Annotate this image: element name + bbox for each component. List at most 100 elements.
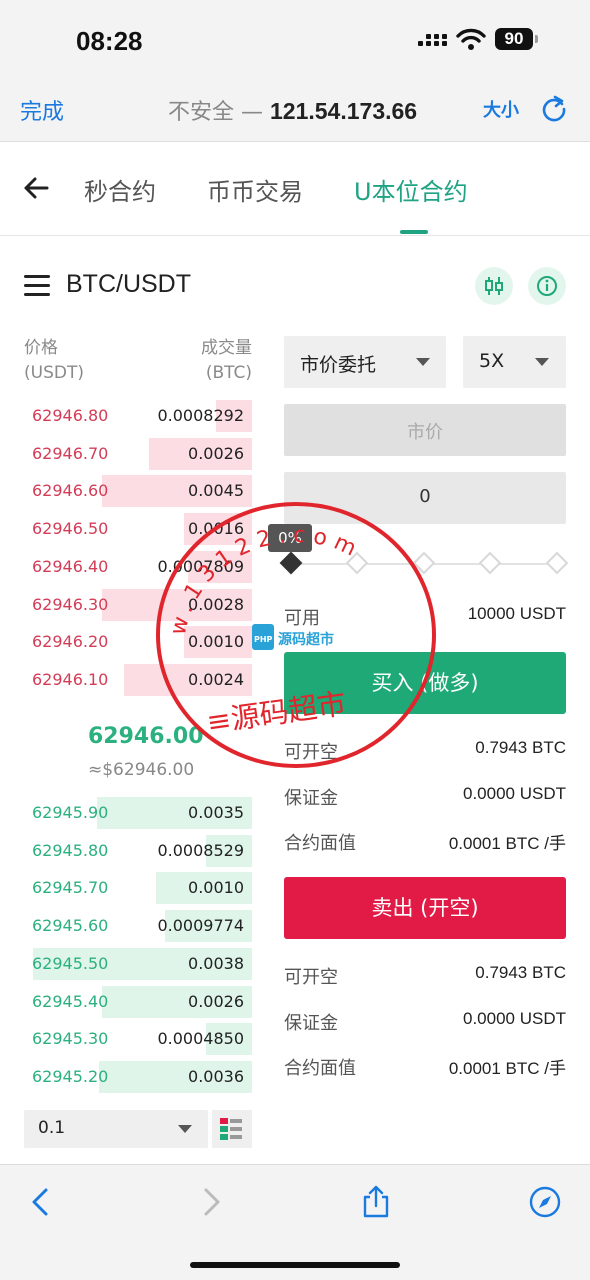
svg-text:PHP: PHP — [254, 635, 273, 644]
orderbook-layout-icon — [220, 1118, 242, 1140]
slider-tooltip: 0% — [268, 524, 312, 552]
buy-order-row[interactable]: 62945.70 0.0010 — [24, 872, 252, 905]
qty-header-label: 成交量 — [201, 338, 252, 358]
battery-cap — [535, 35, 538, 43]
order-price: 62946.20 — [32, 632, 109, 652]
info-icon — [537, 276, 557, 296]
info-button[interactable] — [528, 267, 566, 305]
buy-order-row[interactable]: 62945.50 0.0038 — [24, 947, 252, 980]
available-value: 10000 USDT — [467, 604, 566, 623]
price-placeholder: 市价 — [407, 422, 443, 443]
order-price: 62946.50 — [32, 519, 109, 539]
active-tab-indicator — [400, 230, 428, 234]
compass-icon[interactable] — [528, 1185, 562, 1219]
buy-order-row[interactable]: 62945.90 0.0035 — [24, 797, 252, 829]
slider-stop-0[interactable] — [279, 551, 303, 575]
back-arrow-icon[interactable] — [22, 174, 50, 202]
pair-title[interactable]: BTC/USDT — [66, 270, 191, 299]
buy-order-row[interactable]: 62945.30 0.0004850 — [24, 1023, 252, 1056]
order-price: 62945.60 — [32, 916, 109, 936]
buy-order-row[interactable]: 62945.80 0.0008529 — [24, 834, 252, 867]
slider-stop-25[interactable] — [345, 551, 369, 575]
sell-order-row[interactable]: 62946.30 0.0028 — [24, 588, 252, 621]
price-header-label: 价格 — [24, 338, 58, 358]
info-label: 保证金 — [284, 1013, 338, 1034]
slider-stop-75[interactable] — [478, 551, 502, 575]
depth-step-select[interactable]: 0.1 — [24, 1110, 208, 1148]
sell-order-row[interactable]: 62946.20 0.0010 — [24, 626, 252, 659]
done-button[interactable]: 完成 — [20, 94, 64, 126]
wifi-icon — [456, 28, 486, 50]
browser-forward-icon[interactable] — [194, 1185, 228, 1219]
buy-order-row[interactable]: 62945.20 0.0036 — [24, 1060, 252, 1093]
info-value: 0.0001 BTC /手 — [448, 834, 566, 853]
order-qty: 0.0010 — [188, 878, 244, 898]
info-label: 合约面值 — [284, 833, 356, 854]
order-price: 62945.40 — [32, 991, 109, 1011]
info-value: 0.7943 BTC — [475, 963, 566, 982]
order-qty: 0.0010 — [188, 632, 244, 652]
order-qty: 0.0008292 — [157, 406, 244, 425]
chevron-down-icon — [535, 358, 549, 366]
order-price: 62946.30 — [32, 594, 109, 614]
tab-spot-trading[interactable]: 币币交易 — [207, 172, 303, 207]
sell-order-row[interactable]: 62946.60 0.0045 — [24, 475, 252, 508]
chevron-down-icon — [416, 358, 430, 366]
order-type-select[interactable]: 市价委托 — [284, 336, 446, 388]
buy-long-button[interactable]: 买入 (做多) — [284, 652, 566, 714]
order-qty: 0.0035 — [188, 803, 244, 822]
info-label: 可开空 — [284, 742, 338, 763]
slider-stop-100[interactable] — [545, 551, 569, 575]
qty-header-unit: (BTC) — [205, 363, 252, 383]
share-icon[interactable] — [359, 1185, 393, 1219]
order-price: 62946.60 — [32, 481, 109, 501]
last-price-fiat: ≈$62946.00 — [88, 760, 195, 780]
depth-step-value: 0.1 — [38, 1118, 66, 1138]
sell-order-row[interactable]: 62946.40 0.0007809 — [24, 550, 252, 583]
text-size-button[interactable]: 大小 — [483, 96, 519, 122]
home-indicator — [190, 1262, 400, 1268]
order-qty: 0.0036 — [188, 1066, 244, 1086]
tab-second-contract[interactable]: 秒合约 — [84, 172, 156, 207]
order-price: 62946.10 — [32, 669, 109, 689]
sell-order-row[interactable]: 62946.80 0.0008292 — [24, 400, 252, 432]
order-qty: 0.0009774 — [157, 916, 244, 936]
kline-chart-button[interactable] — [475, 267, 513, 305]
url-text: 121.54.173.66 — [270, 98, 418, 124]
slider-stop-50[interactable] — [412, 551, 436, 575]
info-value: 0.0000 USDT — [463, 1009, 566, 1028]
app-header: 秒合约 币币交易 U本位合约 — [0, 142, 590, 236]
sell-order-row[interactable]: 62946.10 0.0024 — [24, 663, 252, 696]
url-field[interactable]: 不安全 — 121.54.173.66 — [168, 94, 417, 126]
price-header-unit: (USDT) — [24, 363, 84, 383]
amount-input[interactable]: 0 — [284, 472, 566, 524]
leverage-select[interactable]: 5X — [463, 336, 566, 388]
chevron-down-icon — [178, 1125, 192, 1133]
order-qty: 0.0004850 — [157, 1029, 244, 1049]
sell-order-row[interactable]: 62946.70 0.0026 — [24, 437, 252, 470]
reload-icon[interactable] — [540, 94, 568, 122]
sell-order-row[interactable]: 62946.50 0.0016 — [24, 513, 252, 546]
info-value: 0.0001 BTC /手 — [448, 1059, 566, 1078]
last-price: 62946.00 — [88, 724, 204, 749]
status-time: 08:28 — [76, 26, 143, 56]
order-qty: 0.0026 — [188, 991, 244, 1011]
info-label: 合约面值 — [284, 1058, 356, 1079]
order-price: 62945.30 — [32, 1029, 109, 1049]
browser-back-icon[interactable] — [24, 1185, 58, 1219]
battery-indicator: 90 — [495, 28, 533, 50]
orderbook-layout-button[interactable] — [212, 1110, 252, 1148]
order-qty: 0.0038 — [188, 953, 244, 973]
price-input[interactable]: 市价 — [284, 404, 566, 456]
info-value: 0.7943 BTC — [475, 738, 566, 757]
tab-usdt-contract[interactable]: U本位合约 — [354, 172, 468, 207]
available-label: 可用 — [284, 608, 320, 629]
order-qty: 0.0045 — [188, 481, 244, 501]
status-bar: 08:28 90 — [0, 0, 590, 80]
order-price: 62945.80 — [32, 840, 109, 860]
sell-short-button[interactable]: 卖出 (开空) — [284, 877, 566, 939]
buy-order-row[interactable]: 62945.60 0.0009774 — [24, 910, 252, 943]
menu-icon[interactable] — [24, 275, 50, 297]
buy-order-row[interactable]: 62945.40 0.0026 — [24, 985, 252, 1018]
info-value: 0.0000 USDT — [463, 784, 566, 803]
